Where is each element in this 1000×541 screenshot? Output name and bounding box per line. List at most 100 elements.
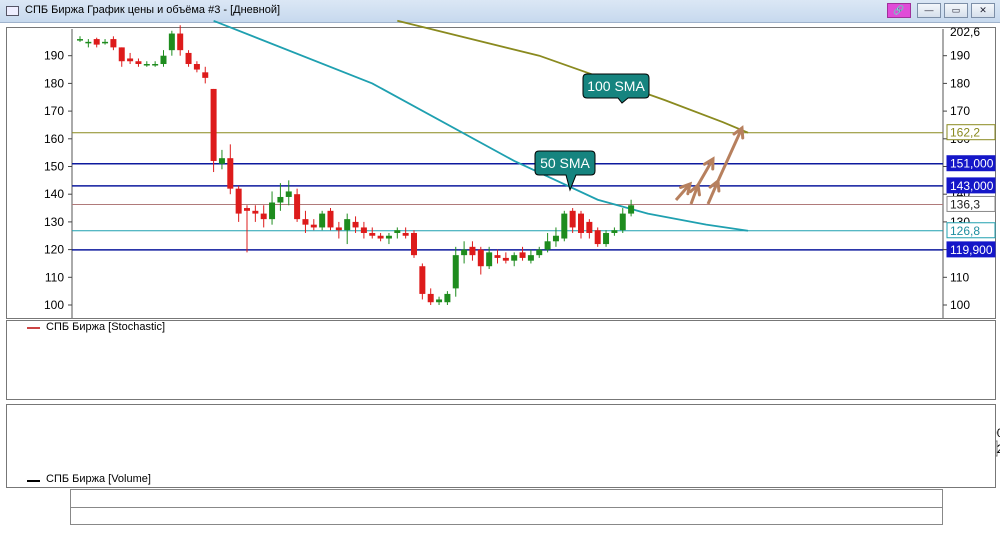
level-label: 119,900 xyxy=(950,243,993,257)
sma100-line xyxy=(397,19,749,134)
candle-body xyxy=(77,39,83,41)
candle-body xyxy=(469,246,476,256)
price-right-tick-label: 110 xyxy=(950,270,969,284)
candle-body xyxy=(461,249,468,256)
candle-body xyxy=(302,219,309,225)
candle-body xyxy=(594,230,601,245)
candle-body xyxy=(127,58,134,62)
candle-body xyxy=(85,41,92,44)
candle-body xyxy=(427,293,434,303)
candle-body xyxy=(611,230,618,233)
candle-body xyxy=(628,205,635,214)
candle-body xyxy=(269,202,276,220)
price-top-label: 202,6 xyxy=(950,25,980,39)
candle-body xyxy=(110,39,117,48)
candle-body xyxy=(377,235,384,239)
candle-body xyxy=(335,227,342,231)
projection-arrow-shaft xyxy=(716,127,744,182)
price-left-tick-label: 180 xyxy=(44,76,64,90)
candle-body xyxy=(569,210,576,228)
level-label: 126,8 xyxy=(950,224,980,238)
price-right-tick-label: 180 xyxy=(950,76,970,90)
candle-body xyxy=(544,241,551,250)
candle-body xyxy=(327,210,334,228)
volume-legend-line xyxy=(27,480,40,482)
price-right-tick-label: 170 xyxy=(950,104,970,118)
candle-body xyxy=(152,64,159,66)
price-left-tick-label: 160 xyxy=(44,132,64,146)
volume-title: СПБ Биржа [Volume] xyxy=(46,473,151,485)
price-right-tick-label: 190 xyxy=(950,49,970,63)
price-left-tick-label: 150 xyxy=(44,160,64,174)
candle-body xyxy=(160,55,167,65)
candle-body xyxy=(277,196,284,203)
time-axis[interactable] xyxy=(70,489,943,525)
price-left-tick-label: 100 xyxy=(44,298,64,312)
candle-body xyxy=(494,255,501,258)
candle-body xyxy=(511,255,518,261)
chart-window: СПБ Биржа График цены и объёма #3 - [Дне… xyxy=(0,0,1000,541)
candle-body xyxy=(252,210,259,214)
level-label: 143,000 xyxy=(950,179,994,193)
price-left-tick-label: 190 xyxy=(44,49,64,63)
stochastic-legend-line xyxy=(27,327,40,329)
candle-body xyxy=(344,219,351,231)
candle-body xyxy=(578,213,584,233)
candle-body xyxy=(369,232,376,236)
level-label: 162,2 xyxy=(950,126,980,140)
candle-body xyxy=(319,213,326,228)
candle-body xyxy=(294,194,301,220)
level-label: 136,3 xyxy=(950,197,980,211)
candle-body xyxy=(177,33,184,51)
sma50-callout-text: 50 SMA xyxy=(540,155,590,171)
level-label: 151,000 xyxy=(950,157,994,171)
candle-body xyxy=(394,230,401,233)
candle-body xyxy=(444,293,451,303)
candle-body xyxy=(452,255,459,289)
price-left-tick-label: 120 xyxy=(44,243,64,257)
candle-body xyxy=(244,208,250,211)
candle-body xyxy=(619,213,626,231)
candle-body xyxy=(436,299,443,303)
candle-body xyxy=(168,33,175,51)
time-axis-separator xyxy=(71,507,942,508)
candle-body xyxy=(93,39,100,45)
sma100-callout-text: 100 SMA xyxy=(587,78,645,94)
candle-body xyxy=(385,235,392,239)
candle-body xyxy=(360,227,367,233)
candle-body xyxy=(486,252,493,267)
candle-body xyxy=(536,249,543,256)
candle-body xyxy=(260,213,267,220)
candle-body xyxy=(561,213,568,239)
candle-body xyxy=(218,158,225,164)
candle-body xyxy=(552,235,559,242)
candle-body xyxy=(586,221,593,233)
candle-body xyxy=(527,255,534,261)
candle-body xyxy=(135,61,142,65)
volume-panel[interactable] xyxy=(6,404,996,488)
price-left-tick-label: 170 xyxy=(44,104,64,118)
sma50-line xyxy=(213,19,749,232)
price-left-tick-label: 110 xyxy=(45,270,64,284)
candle-body xyxy=(285,191,292,197)
candle-body xyxy=(419,266,426,294)
candle-body xyxy=(402,232,409,236)
candle-body xyxy=(310,224,317,228)
candle-body xyxy=(202,72,209,78)
candle-body xyxy=(193,64,200,70)
stochastic-title: СПБ Биржа [Stochastic] xyxy=(46,321,165,333)
candle-body xyxy=(603,232,610,245)
price-left-tick-label: 130 xyxy=(44,215,64,229)
price-left-tick-label: 140 xyxy=(44,187,64,201)
candle-body xyxy=(227,158,234,189)
candle-body xyxy=(519,252,526,258)
candle-body xyxy=(352,221,359,228)
price-right-tick-label: 100 xyxy=(950,298,970,312)
candle-body xyxy=(143,64,150,66)
candle-body xyxy=(118,47,125,62)
candle-body xyxy=(477,249,484,267)
candle-body xyxy=(411,232,417,256)
candle-body xyxy=(502,257,509,261)
candle-body xyxy=(185,52,192,65)
candle-body xyxy=(235,188,242,214)
